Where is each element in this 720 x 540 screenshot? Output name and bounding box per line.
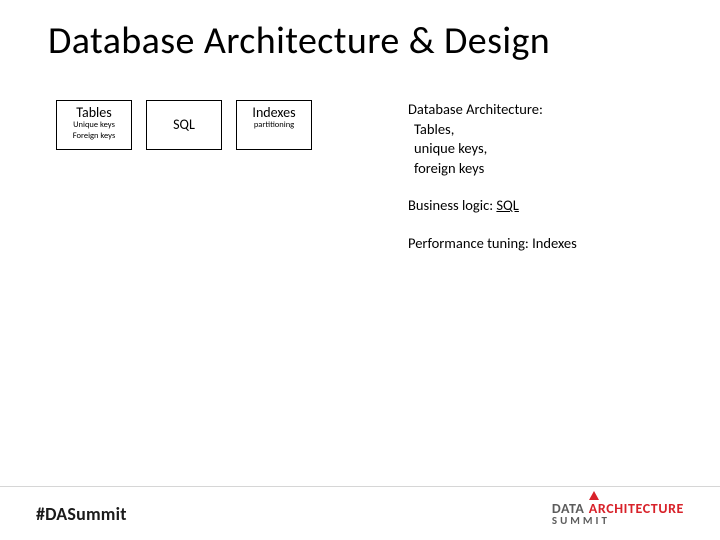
bullet-arch-line3: foreign keys <box>408 159 688 179</box>
bullet-arch: Database Architecture: Tables, unique ke… <box>408 100 688 178</box>
box-tables-label: Tables <box>76 105 111 120</box>
box-tables-sub1: Unique keys <box>73 120 115 130</box>
bullet-perf-value: Indexes <box>532 234 577 252</box>
box-indexes-sub1: partitioning <box>254 120 294 130</box>
bullet-arch-line2: unique keys, <box>408 139 688 159</box>
box-sql-label: SQL <box>173 117 195 132</box>
bullet-arch-line1: Tables, <box>408 120 688 140</box>
footer-logo: DATA ARCHITECTURE SUMMIT <box>552 501 684 527</box>
box-row: Tables Unique keys Foreign keys SQL Inde… <box>56 100 312 150</box>
bullet-logic-label: Business logic: <box>408 196 493 214</box>
text-column: Database Architecture: Tables, unique ke… <box>408 100 688 271</box>
bullet-perf: Performance tuning: Indexes <box>408 234 688 254</box>
box-sql: SQL <box>146 100 222 150</box>
page-title: Database Architecture & Design <box>48 18 550 64</box>
bullet-arch-heading: Database Architecture: <box>408 100 543 118</box>
slide: Database Architecture & Design Tables Un… <box>0 0 720 540</box>
box-tables-sub2: Foreign keys <box>73 131 116 141</box>
footer-hashtag: #DASummit <box>36 503 127 525</box>
logo-word-summit: SUMMIT <box>552 516 684 526</box>
box-indexes: Indexes partitioning <box>236 100 312 150</box>
footer: #DASummit DATA ARCHITECTURE SUMMIT <box>0 486 720 540</box>
box-indexes-label: Indexes <box>252 105 295 120</box>
box-tables: Tables Unique keys Foreign keys <box>56 100 132 150</box>
bullet-logic-value: SQL <box>496 196 519 214</box>
bullet-logic: Business logic: SQL <box>408 196 688 216</box>
triangle-icon <box>589 491 599 500</box>
bullet-perf-label: Performance tuning: <box>408 234 529 252</box>
logo-word-architecture: ARCHITECTURE <box>589 500 684 517</box>
